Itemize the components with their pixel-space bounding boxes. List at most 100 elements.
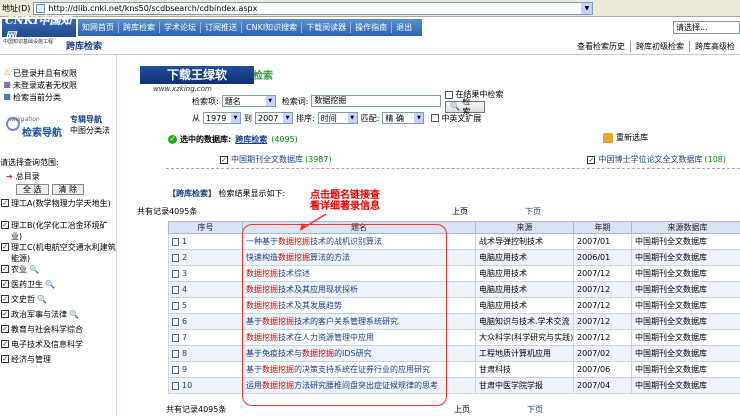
nav-home[interactable]: 知网首页 xyxy=(78,22,119,33)
document-icon[interactable] xyxy=(172,301,179,310)
logo-main: CNKI中国知网 xyxy=(2,14,76,43)
prev-page[interactable]: 上页 xyxy=(452,206,468,217)
nav-column: 专辑导航 中图分类法 xyxy=(70,114,116,136)
arrow-right-icon: ➜ xyxy=(6,172,13,181)
category-item[interactable]: ✓ 理工C(机电航空交通水利建筑能源) xyxy=(0,242,117,264)
magnifier-icon[interactable]: 🔍 xyxy=(29,264,39,275)
sort-select[interactable]: 时间 ▼ xyxy=(317,112,358,124)
field-select[interactable]: 题名 ▼ xyxy=(221,95,276,107)
select-all-button[interactable]: 全 选 xyxy=(16,184,49,195)
category-item[interactable]: ✓ 经济与管理 xyxy=(0,354,117,369)
category-item[interactable]: ✓ 医药卫生 🔍 xyxy=(0,279,117,294)
cn-en-checkbox[interactable] xyxy=(431,114,440,122)
search-form-row2: 从 1979 ▼ 到 2007 ▼ 排序: 时间 ▼ 匹配: 精 确 ▼ 中英文扩展 xyxy=(192,112,481,124)
result-tag[interactable]: 【跨库检索】 xyxy=(168,189,216,198)
magnifier-icon[interactable]: 🔍 xyxy=(45,279,55,290)
col-no[interactable]: 序号 xyxy=(168,221,243,234)
chevron-down-icon: ▼ xyxy=(414,113,424,123)
checkbox-checked[interactable]: ✓ xyxy=(1,310,9,318)
result-header: 【跨库检索】 检索结果显示如下: xyxy=(168,188,285,199)
checkbox-checked[interactable]: ✓ xyxy=(1,325,9,333)
checkbox-checked[interactable]: ✓ xyxy=(220,155,228,164)
watermark-banner: 下载王绿软 xyxy=(140,66,254,84)
document-icon[interactable] xyxy=(172,253,179,262)
checkbox-checked[interactable]: ✓ xyxy=(1,199,9,207)
checkbox-checked[interactable]: ✓ xyxy=(1,355,9,363)
clear-button[interactable]: 清 除 xyxy=(51,184,85,195)
db-doctoral[interactable]: ✓ 中国博士学位论文全文数据库 (108) xyxy=(587,154,726,165)
link-basic-search[interactable]: 跨库初级检索 xyxy=(630,41,689,52)
magnifier-icon[interactable]: 🔍 xyxy=(69,309,79,320)
within-results-checkbox[interactable] xyxy=(445,90,454,99)
checkbox-checked[interactable]: ✓ xyxy=(1,295,9,303)
category-item[interactable]: ✓ 理工A(数学物理力学天地生) xyxy=(0,198,117,220)
document-icon[interactable] xyxy=(172,285,179,294)
category-item[interactable]: ✓ 文史哲 🔍 xyxy=(0,294,117,309)
category-item[interactable]: ✓ 教育与社会科学综合 xyxy=(0,324,117,339)
album-nav-title[interactable]: 专辑导航 xyxy=(70,115,102,124)
document-icon[interactable] xyxy=(172,317,179,326)
quick-select[interactable]: 请选择... xyxy=(673,21,740,34)
selected-count: (4095) xyxy=(271,135,298,144)
checkbox-checked[interactable]: ✓ xyxy=(1,243,9,251)
nav-guide[interactable]: 操作指南 xyxy=(351,22,393,33)
checkbox-checked[interactable]: ✓ xyxy=(1,265,9,273)
next-page-bottom[interactable]: 下页 xyxy=(527,404,543,415)
checkbox-checked[interactable]: ✓ xyxy=(1,280,9,288)
match-select[interactable]: 精 确 ▼ xyxy=(382,112,425,124)
magnifier-icon[interactable]: 🔍 xyxy=(37,294,47,305)
document-icon[interactable] xyxy=(172,365,179,374)
col-year[interactable]: 年期 xyxy=(573,221,632,234)
tree-root[interactable]: ➜ 总目录 xyxy=(0,171,117,182)
link-history[interactable]: 查看检索历史 xyxy=(572,41,630,52)
annotation-text: 点击题名链接查 看详细著录信息 xyxy=(310,190,380,212)
address-input[interactable]: http://dlib.cnki.net/kns50/scdbsearch/cd… xyxy=(33,1,594,15)
year-to-select[interactable]: 2007 ▼ xyxy=(255,112,293,124)
nav-knowledge-search[interactable]: CNKI知识搜索 xyxy=(242,22,303,33)
chevron-down-icon: ▼ xyxy=(231,113,240,123)
nav-subscribe[interactable]: 订阅推送 xyxy=(201,22,242,33)
match-label: 匹配: xyxy=(360,113,380,123)
logo-sub: 中国知识基础设施工程 xyxy=(3,39,54,45)
checkbox-checked[interactable]: ✓ xyxy=(1,340,9,348)
clc-nav[interactable]: 中图分类法 xyxy=(70,126,110,135)
checkbox-checked[interactable]: ✓ xyxy=(1,221,9,229)
section-title: 跨库检索 xyxy=(66,42,103,52)
link-advanced-search[interactable]: 跨库高级检 xyxy=(689,41,740,52)
col-source[interactable]: 来源 xyxy=(475,221,574,234)
nav-logout[interactable]: 退出 xyxy=(392,22,416,33)
year-from-select[interactable]: 1979 ▼ xyxy=(203,112,241,124)
chevron-down-icon[interactable]: ▼ xyxy=(581,2,593,14)
site-header: CNKI中国知网 中国知识基础设施工程 知网首页 跨库检索 学术论坛 订阅推送 … xyxy=(0,14,740,55)
document-icon[interactable] xyxy=(172,269,179,278)
chevron-down-icon: ▼ xyxy=(283,113,292,123)
reset-db-button[interactable]: 重新选库 xyxy=(603,132,648,143)
selected-databases: ✓ 选中的数据库: 跨库检索 (4095) xyxy=(168,134,298,145)
next-page[interactable]: 下页 xyxy=(525,206,541,217)
document-icon[interactable] xyxy=(172,349,179,358)
checkbox-checked[interactable]: ✓ xyxy=(587,155,596,164)
search-current-category[interactable]: ■ 检索当前分类 xyxy=(0,91,116,103)
nav-reader[interactable]: 下载阅读器 xyxy=(302,22,352,33)
col-db[interactable]: 来源数据库 xyxy=(631,221,740,234)
sort-label: 排序: xyxy=(296,113,315,123)
category-tree: ➜ 总目录 全 选 清 除 ✓ 理工A(数学物理力学天地生) ✓ 理工B(化学化工冶… xyxy=(0,171,117,369)
document-icon[interactable] xyxy=(172,381,179,390)
nav-forum[interactable]: 学术论坛 xyxy=(160,22,201,33)
category-item[interactable]: ✓ 政治军事与法律 🔍 xyxy=(0,309,117,324)
category-item[interactable]: ✓ 电子技术及信息科学 xyxy=(0,339,117,354)
address-url: http://dlib.cnki.net/kns50/scdbsearch/cd… xyxy=(48,3,258,13)
prev-page-bottom[interactable]: 上页 xyxy=(454,404,470,415)
db-journal[interactable]: ✓ 中国期刊全文数据库 (3987) xyxy=(220,154,332,165)
header-links: 查看检索历史 跨库初级检索 跨库高级检 xyxy=(572,41,740,52)
document-icon[interactable] xyxy=(172,237,179,246)
total-count: 共有记录4095条 xyxy=(137,207,198,216)
nav-cross-search[interactable]: 跨库检索 xyxy=(119,22,160,33)
document-icon[interactable] xyxy=(172,333,179,342)
selected-db-link[interactable]: 跨库检索 xyxy=(235,134,267,145)
to-label: 到 xyxy=(244,113,252,123)
keyword-input[interactable]: 数据挖掘 xyxy=(311,95,442,107)
category-item[interactable]: ✓ 理工B(化学化工冶金环境矿业) xyxy=(0,220,117,242)
nav-main: 检索导航 xyxy=(22,128,62,139)
category-item[interactable]: ✓ 农业 🔍 xyxy=(0,264,117,279)
